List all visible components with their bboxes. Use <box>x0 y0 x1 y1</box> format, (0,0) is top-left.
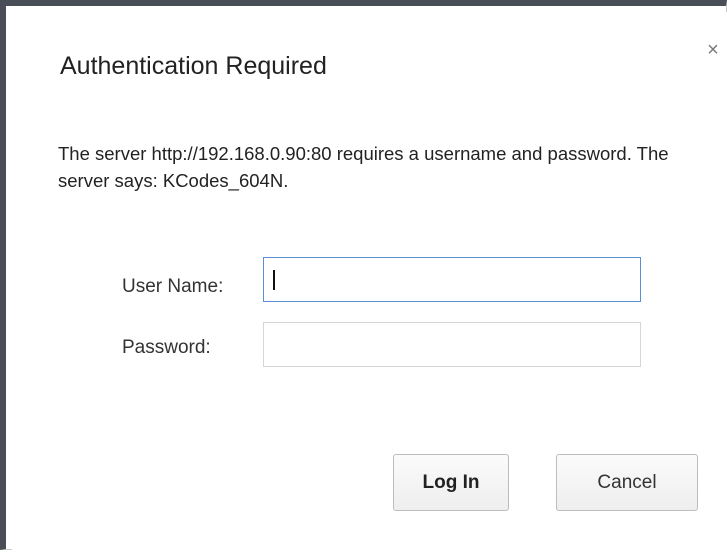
username-label: User Name: <box>122 276 224 297</box>
dialog-message: The server http://192.168.0.90:80 requir… <box>58 143 669 191</box>
dialog-title: Authentication Required <box>60 52 327 80</box>
login-button[interactable]: Log In <box>393 454 509 511</box>
password-label: Password: <box>122 337 211 358</box>
window-frame: × Authentication Required The server htt… <box>0 0 727 555</box>
close-icon[interactable]: × <box>703 40 723 60</box>
username-input[interactable] <box>263 257 641 302</box>
password-input[interactable] <box>263 322 641 367</box>
auth-dialog: × Authentication Required The server htt… <box>12 12 727 555</box>
cancel-button[interactable]: Cancel <box>556 454 698 511</box>
text-caret <box>273 270 275 290</box>
